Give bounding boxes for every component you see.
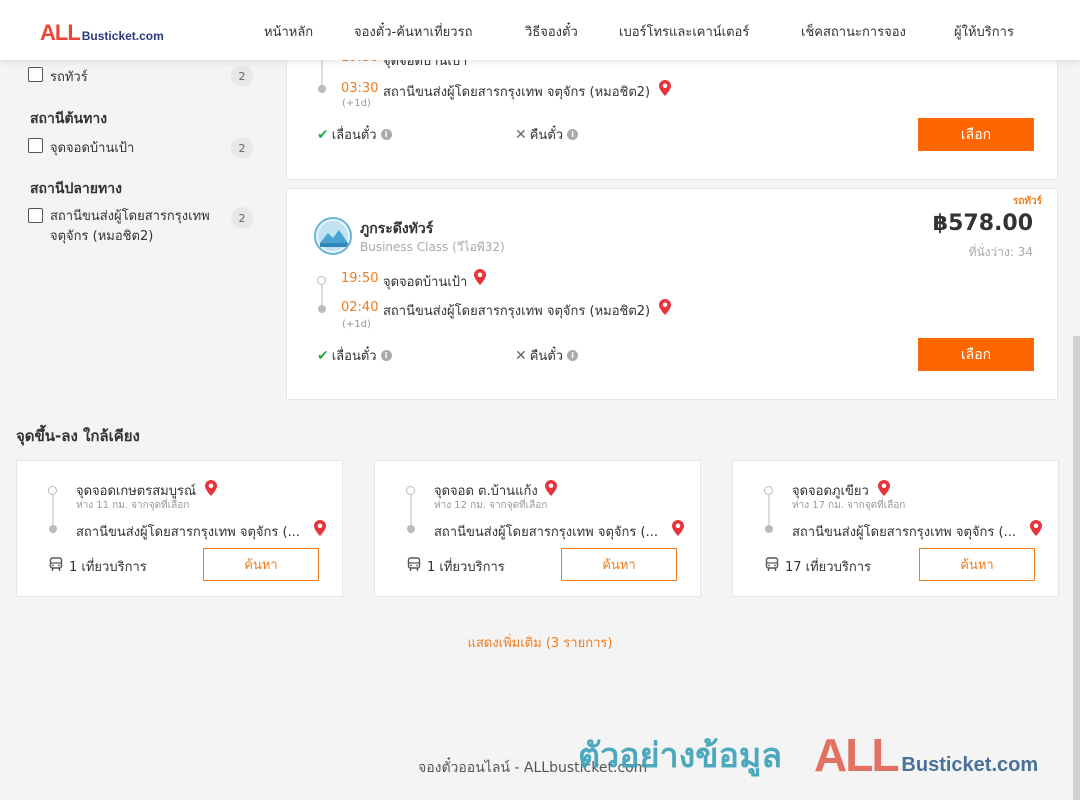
header: ALL Busticket.com หน้าหลัก จองตั๋ว-ค้นหา…	[0, 0, 1080, 60]
info-icon[interactable]: i	[567, 350, 579, 361]
available-seats: ที่นั่งว่าง: 34	[968, 245, 1033, 259]
nav-operators[interactable]: ผู้ให้บริการ	[954, 21, 1014, 42]
nearby-card: จุดจอด ต.บ้านแก้ง ห่าง 12 กม. จากจุดที่เ…	[374, 460, 701, 597]
nearby-to: สถานีขนส่งผู้โดยสารกรุงเทพ จตุจักร (...	[434, 525, 658, 540]
reschedule-feature: ✔ เลื่อนตั๋ว i	[317, 345, 392, 366]
map-pin-icon[interactable]	[672, 520, 684, 536]
map-pin-icon[interactable]	[314, 520, 326, 536]
departure-time: 19:50	[341, 271, 379, 286]
map-pin-icon[interactable]	[545, 480, 557, 496]
refund-feature: ✕ คืนตั๋ว i	[515, 345, 579, 366]
info-icon[interactable]: i	[380, 129, 392, 140]
filter-operator-tour[interactable]: รถทัวร์	[28, 66, 88, 87]
origin-title: สถานีต้นทาง	[30, 111, 108, 127]
arrival-time: 02:40	[341, 300, 379, 315]
cross-icon: ✕	[515, 126, 527, 143]
departure-dot	[317, 276, 326, 285]
destination-title: สถานีปลายทาง	[30, 181, 122, 197]
checkbox[interactable]	[28, 67, 43, 82]
nav-booking-status[interactable]: เช็คสถานะการจอง	[801, 21, 906, 42]
bus-icon	[407, 557, 421, 571]
nav-home[interactable]: หน้าหลัก	[264, 21, 313, 42]
nearby-title: จุดขึ้น-ลง ใกล้เคียง	[16, 427, 140, 445]
watermark-logo: ALL Busticket.com	[814, 729, 1039, 781]
filter-destination-mochit[interactable]: สถานีขนส่งผู้โดยสารกรุงเทพ จตุจักร (หมอช…	[28, 207, 210, 247]
show-more-link[interactable]: แสดงเพิ่มเติม (3 รายการ)	[0, 632, 1080, 653]
operator-name: ภูกระดึงทัวร์	[360, 221, 434, 237]
count-badge: 2	[231, 65, 253, 87]
cross-icon: ✕	[515, 347, 527, 364]
map-pin-icon[interactable]	[878, 480, 890, 496]
bus-class: Business Class (วีไอพี32)	[360, 240, 505, 254]
nearby-trips: 1 เที่ยวบริการ	[427, 560, 505, 575]
count-badge: 2	[231, 137, 253, 159]
nearby-distance: ห่าง 11 กม. จากจุดที่เลือก	[76, 500, 190, 511]
operator-logo	[314, 217, 352, 255]
nearby-trips: 17 เที่ยวบริการ	[785, 560, 871, 575]
arrival-stop: สถานีขนส่งผู้โดยสารกรุงเทพ จตุจักร (หมอช…	[383, 304, 651, 319]
arrival-stop: สถานีขนส่งผู้โดยสารกรุงเทพ จตุจักร (หมอช…	[383, 85, 651, 100]
departure-stop: จุดจอดบ้านเป้า	[383, 275, 468, 290]
nearby-card: จุดจอดภูเขียว ห่าง 17 กม. จากจุดที่เลือก…	[732, 460, 1059, 597]
bus-icon	[49, 557, 63, 571]
scrollbar[interactable]	[1073, 336, 1080, 800]
select-button[interactable]: เลือก	[918, 118, 1034, 151]
trip-card: รถทัวร์ ภูกระดึงทัวร์ Business Class (วี…	[286, 188, 1058, 400]
map-pin-icon[interactable]	[659, 299, 671, 315]
check-icon: ✔	[317, 126, 329, 143]
nearby-distance: ห่าง 12 กม. จากจุดที่เลือก	[434, 500, 548, 511]
nav-contact[interactable]: เบอร์โทรและเคาน์เตอร์	[619, 21, 749, 42]
site-logo[interactable]: ALL Busticket.com	[40, 20, 164, 46]
arrival-time: 03:30	[341, 81, 379, 96]
search-button[interactable]: ค้นหา	[203, 548, 319, 581]
nearby-trips: 1 เที่ยวบริการ	[69, 560, 147, 575]
nearby-card: จุดจอดเกษตรสมบูรณ์ ห่าง 11 กม. จากจุดที่…	[16, 460, 343, 597]
info-icon[interactable]: i	[380, 350, 392, 361]
checkbox[interactable]	[28, 138, 43, 153]
map-pin-icon[interactable]	[659, 80, 671, 96]
search-button[interactable]: ค้นหา	[561, 548, 677, 581]
trip-card: 19:50 จุดจอดบ้านเป้า 03:30 สถานีขนส่งผู้…	[286, 40, 1058, 180]
nearby-to: สถานีขนส่งผู้โดยสารกรุงเทพ จตุจักร (...	[76, 525, 300, 540]
bus-type-badge: รถทัวร์	[1013, 196, 1043, 207]
nearby-to: สถานีขนส่งผู้โดยสารกรุงเทพ จตุจักร (...	[792, 525, 1016, 540]
map-pin-icon[interactable]	[474, 269, 486, 285]
info-icon[interactable]: i	[567, 129, 579, 140]
arrival-dot	[318, 85, 326, 93]
checkbox[interactable]	[28, 208, 43, 223]
count-badge: 2	[231, 207, 253, 229]
nav-booking[interactable]: จองตั๋ว-ค้นหาเที่ยวรถ	[354, 21, 472, 42]
reschedule-feature: ✔ เลื่อนตั๋ว i	[317, 124, 392, 145]
check-icon: ✔	[317, 347, 329, 364]
bus-icon	[765, 557, 779, 571]
map-pin-icon[interactable]	[205, 480, 217, 496]
select-button[interactable]: เลือก	[918, 338, 1034, 371]
mountain-icon	[318, 221, 348, 251]
arrival-dot	[318, 305, 326, 313]
filter-origin-banpao[interactable]: จุดจอดบ้านเป้า	[28, 137, 134, 158]
search-button[interactable]: ค้นหา	[919, 548, 1035, 581]
refund-feature: ✕ คืนตั๋ว i	[515, 124, 579, 145]
price: ฿578.00	[932, 211, 1033, 236]
nav-how-to-book[interactable]: วิธีจองตั๋ว	[525, 21, 578, 42]
map-pin-icon[interactable]	[1030, 520, 1042, 536]
watermark-text: ตัวอย่างข้อมูล	[578, 736, 783, 776]
nearby-distance: ห่าง 17 กม. จากจุดที่เลือก	[792, 500, 906, 511]
